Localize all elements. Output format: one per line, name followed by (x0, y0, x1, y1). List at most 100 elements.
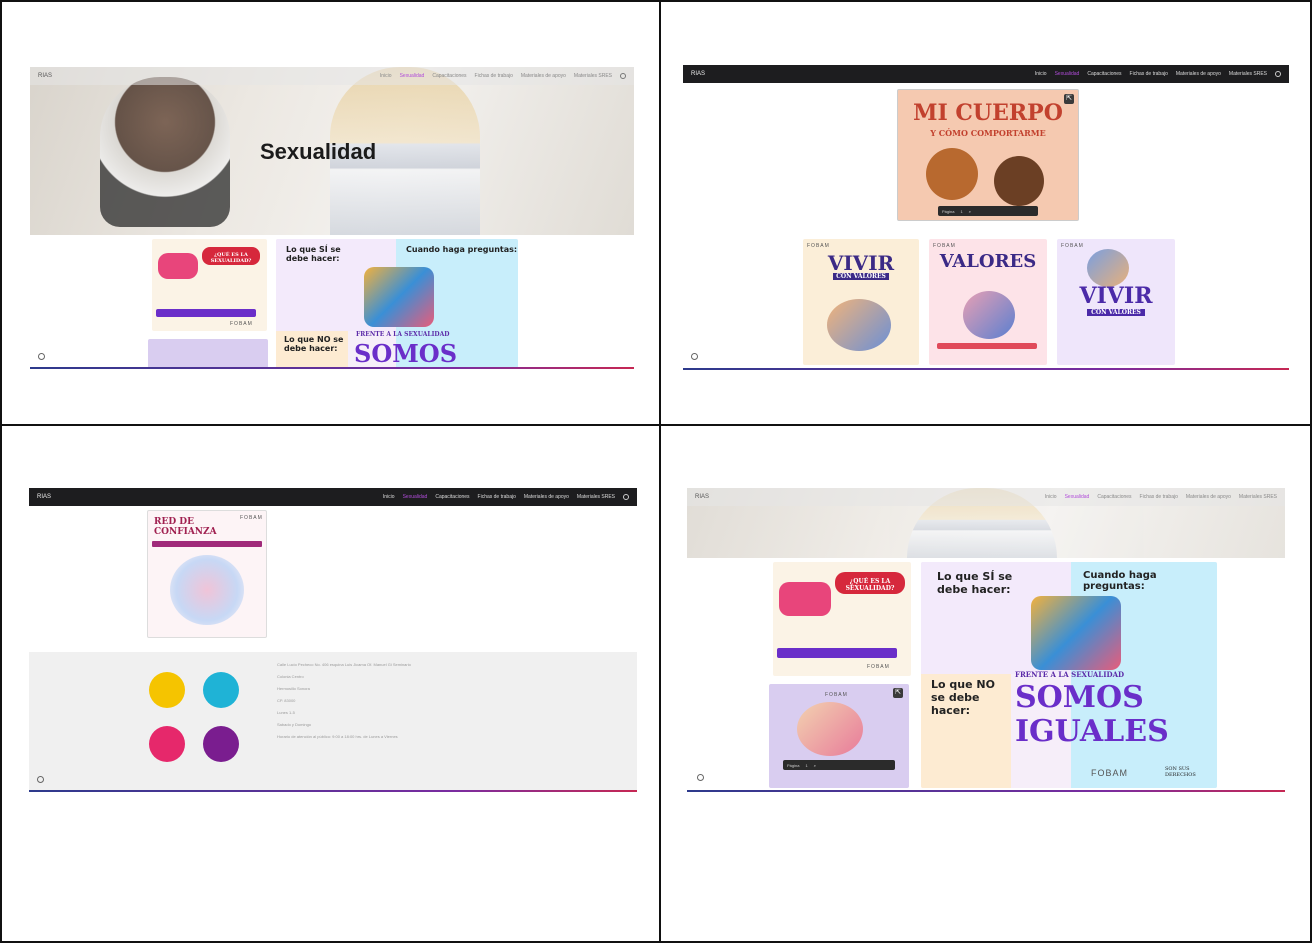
section-underline (29, 790, 637, 792)
nav-item-sexualidad[interactable]: Sexualidad (403, 494, 428, 500)
poster-somos: SOMOS (1015, 680, 1144, 715)
illustration-children (797, 702, 863, 756)
poster-red-title: RED DE CONFIANZA (154, 517, 217, 537)
people-illustration (1031, 596, 1121, 670)
nav-item-fichas[interactable]: Fichas de trabajo (478, 494, 516, 500)
panel-posters-detail: RIAS Inicio Sexualidad Capacitaciones Fi… (687, 488, 1285, 792)
fobam-logo: FOBAM (807, 243, 830, 249)
poster-vivir-thumbnail[interactable]: FOBAM Página 1 ⌕ ⇱ (769, 684, 909, 788)
site-brand[interactable]: RIAS (691, 71, 705, 77)
fobam-logo: FOBAM (867, 664, 890, 670)
nav-item-inicio[interactable]: Inicio (1035, 71, 1047, 77)
poster-con-valores: CON VALORES (1087, 309, 1145, 316)
illustration-couple (963, 291, 1015, 339)
panel-hero: Sexualidad RIAS Inicio Sexualidad Capaci… (30, 67, 634, 369)
poster-vivir-title: VIVIR (827, 251, 895, 275)
section-underline (30, 367, 634, 369)
open-external-icon[interactable]: ⇱ (1064, 94, 1074, 104)
poster-somos-iguales[interactable]: Lo que SÍ se debe hacer: Cuando haga pre… (276, 239, 518, 369)
nav-item-materiales-apoyo[interactable]: Materiales de apoyo (1176, 71, 1221, 77)
nav-menu: Inicio Sexualidad Capacitaciones Fichas … (383, 494, 629, 500)
search-icon[interactable] (1275, 71, 1281, 77)
purple-strip (156, 309, 256, 317)
section-underline (683, 368, 1289, 370)
footer-colonia: Colonia Centro (277, 674, 304, 679)
poster-que-es-sexualidad[interactable]: ¿QUÉ ES LA SEXUALIDAD? FOBAM (773, 562, 911, 676)
top-navbar: RIAS Inicio Sexualidad Capacitaciones Fi… (29, 488, 637, 506)
open-external-icon[interactable]: ⇱ (893, 688, 903, 698)
nav-item-fichas[interactable]: Fichas de trabajo (1140, 494, 1178, 500)
hero-title: Sexualidad (260, 139, 377, 164)
poster-vivir-con-valores-1[interactable]: FOBAM VIVIR CON VALORES (803, 239, 919, 365)
nav-item-fichas[interactable]: Fichas de trabajo (475, 73, 513, 79)
fobam-logo: FOBAM (1091, 768, 1129, 778)
poster-somos-iguales[interactable]: Lo que SÍ se debe hacer: Cuando haga pre… (921, 562, 1217, 788)
nav-menu: Inicio Sexualidad Capacitaciones Fichas … (1035, 71, 1281, 77)
illustration-network (170, 555, 244, 625)
poster-vivir-title: VIVIR (1079, 283, 1153, 309)
fobam-logo: FOBAM (1061, 243, 1084, 249)
footer-schedule: Horario de atención al público: 9:00 a 1… (277, 734, 398, 739)
site-brand[interactable]: RIAS (38, 73, 52, 79)
pdf-viewer-toolbar[interactable]: Página 1 ⌕ (938, 206, 1038, 216)
poster-que-es-title: ¿QUÉ ES LA SEXUALIDAD? (845, 578, 895, 592)
nav-item-capacitaciones[interactable]: Capacitaciones (1087, 71, 1121, 77)
section-underline (687, 790, 1285, 792)
poster-vivir-thumbnail[interactable] (148, 339, 268, 369)
site-footer: Calle Lucio Pecheco No. 406 esquina Luis… (29, 652, 637, 792)
poster-con-valores: CON VALORES (833, 273, 889, 280)
nav-item-inicio[interactable]: Inicio (383, 494, 395, 500)
logo-pink-figure (149, 726, 185, 762)
nav-item-materiales-sres[interactable]: Materiales SRES (577, 494, 615, 500)
footer-hours-1: Lunes 1-5 (277, 710, 295, 715)
poster-valores-title: VALORES (939, 251, 1037, 272)
poster-sus-derechos: SON SUS DERECHOS (1165, 766, 1196, 778)
nav-item-materiales-apoyo[interactable]: Materiales de apoyo (524, 494, 569, 500)
nav-item-materiales-sres[interactable]: Materiales SRES (1229, 71, 1267, 77)
site-brand[interactable]: RIAS (37, 494, 51, 500)
nav-item-inicio[interactable]: Inicio (380, 73, 392, 79)
info-icon[interactable] (38, 353, 45, 360)
nav-item-materiales-apoyo[interactable]: Materiales de apoyo (1186, 494, 1231, 500)
illustration-family (1087, 249, 1129, 287)
search-icon[interactable] (623, 494, 629, 500)
poster-que-es-sexualidad[interactable]: ¿QUÉ ES LA SEXUALIDAD? FOBAM (152, 239, 267, 331)
nav-item-capacitaciones[interactable]: Capacitaciones (1097, 494, 1131, 500)
panel-footer: RIAS Inicio Sexualidad Capacitaciones Fi… (29, 488, 637, 792)
info-icon[interactable] (697, 774, 704, 781)
nav-item-capacitaciones[interactable]: Capacitaciones (432, 73, 466, 79)
illustration-boy (926, 148, 978, 200)
viewer-page-number[interactable]: 1 (960, 209, 962, 214)
site-brand[interactable]: RIAS (695, 494, 709, 500)
poster-red-de-confianza[interactable]: RED DE CONFIANZA FOBAM (147, 510, 267, 638)
nav-item-materiales-sres[interactable]: Materiales SRES (1239, 494, 1277, 500)
nav-item-fichas[interactable]: Fichas de trabajo (1130, 71, 1168, 77)
footer-city: Hermosillo Sonora (277, 686, 310, 691)
info-icon[interactable] (691, 353, 698, 360)
fobam-logo: FOBAM (240, 515, 263, 521)
nav-item-materiales-apoyo[interactable]: Materiales de apoyo (521, 73, 566, 79)
nav-item-materiales-sres[interactable]: Materiales SRES (574, 73, 612, 79)
footer-zip: CP. 83000 (277, 698, 296, 703)
nav-item-capacitaciones[interactable]: Capacitaciones (435, 494, 469, 500)
nav-item-sexualidad[interactable]: Sexualidad (1055, 71, 1080, 77)
zoom-icon[interactable]: ⌕ (969, 209, 971, 214)
poster-vivir-con-valores-2[interactable]: FOBAM VIVIR CON VALORES (1057, 239, 1175, 365)
people-illustration (364, 267, 434, 327)
viewer-page-number[interactable]: 1 (805, 763, 807, 768)
zoom-icon[interactable]: ⌕ (814, 763, 816, 768)
viewer-page-label: Página (942, 208, 955, 214)
poster-somos: SOMOS (354, 339, 458, 368)
nav-item-inicio[interactable]: Inicio (1045, 494, 1057, 500)
nav-item-sexualidad[interactable]: Sexualidad (400, 73, 425, 79)
poster-no-title: Lo que NO se debe hacer: (284, 335, 344, 353)
poster-si-title: Lo que SÍ se debe hacer: (286, 245, 341, 263)
poster-valores[interactable]: FOBAM VALORES (929, 239, 1047, 365)
footer-hours-2: Sabado y Domingo (277, 722, 312, 727)
search-icon[interactable] (620, 73, 626, 79)
nav-item-sexualidad[interactable]: Sexualidad (1065, 494, 1090, 500)
pdf-viewer-toolbar[interactable]: Página 1 ⌕ (783, 760, 895, 770)
poster-mi-cuerpo[interactable]: MI CUERPO Y CÓMO COMPORTARME Página 1 ⌕ … (897, 89, 1079, 221)
info-icon[interactable] (37, 776, 44, 783)
red-strip (937, 343, 1037, 349)
